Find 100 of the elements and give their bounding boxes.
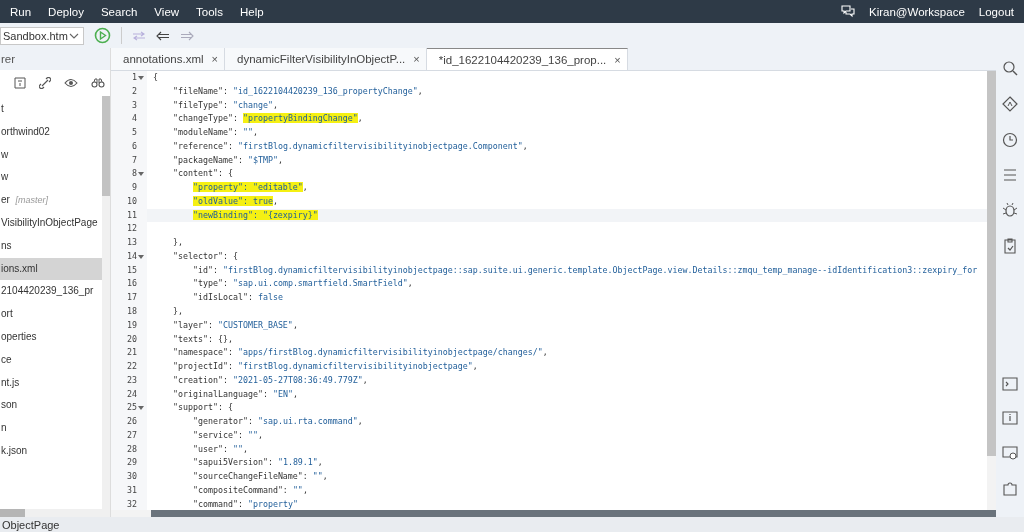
- scrollbar-thumb[interactable]: [987, 71, 996, 456]
- line-number: 26: [127, 415, 137, 429]
- code-line: "texts": {},: [171, 332, 233, 346]
- line-number: 32: [127, 497, 137, 510]
- line-number: 24: [127, 387, 137, 401]
- menu-item[interactable]: View: [154, 5, 180, 18]
- line-number: 3: [132, 98, 137, 112]
- tree-item[interactable]: VisibilityInObjectPage: [0, 212, 102, 235]
- tree-item[interactable]: w: [0, 166, 102, 190]
- line-number: 11: [127, 208, 137, 222]
- code-line: {: [152, 71, 158, 84]
- close-icon[interactable]: ×: [413, 53, 420, 65]
- fold-icon[interactable]: [138, 75, 144, 80]
- close-icon[interactable]: ×: [614, 53, 621, 66]
- tree-item[interactable]: w: [0, 143, 102, 167]
- menu-item[interactable]: Run: [10, 5, 32, 18]
- chat-icon[interactable]: [840, 5, 855, 18]
- terminal-icon[interactable]: [1002, 377, 1018, 391]
- diamond-icon[interactable]: [1002, 96, 1018, 112]
- tree-item[interactable]: t: [0, 98, 102, 121]
- code-line: "type": "sap.ui.comp.smartfield.SmartField",: [191, 277, 413, 291]
- link-icon[interactable]: [39, 77, 51, 89]
- code-line: "fileName": "id_1622104420239_136_propertyChange",: [171, 84, 423, 98]
- back-arrow-icon[interactable]: [156, 30, 170, 41]
- tree-item[interactable]: orthwind02: [0, 120, 102, 144]
- line-number: 27: [127, 428, 137, 442]
- line-number: 5: [132, 126, 137, 140]
- clock-icon[interactable]: [1002, 132, 1018, 148]
- menu-item[interactable]: Tools: [196, 5, 223, 18]
- line-number: 7: [132, 153, 137, 167]
- eye-icon[interactable]: [64, 78, 78, 88]
- tree-item[interactable]: n: [0, 417, 102, 440]
- code-line: "sourceChangeFileName": "",: [191, 470, 328, 484]
- code-line: "id": "firstBlog.dynamicfiltervisibilityinobjectpage::sap.suite.ui.generic.template.ObjectPage.view.Details::zmqu_temp_manage--idIdentification3::zexpiry_for: [191, 263, 978, 277]
- tree-item[interactable]: operties: [0, 325, 102, 349]
- line-number: 12: [127, 222, 137, 236]
- code-line: "changeType": "propertyBindingChange",: [171, 112, 363, 126]
- line-number: 6: [132, 139, 137, 153]
- line-number: 23: [127, 373, 137, 387]
- fold-icon[interactable]: [138, 406, 144, 411]
- search-icon[interactable]: [1002, 60, 1018, 76]
- code-line: "user": "",: [191, 442, 248, 456]
- code-line: "layer": "CUSTOMER_BASE",: [171, 318, 298, 332]
- tree-item[interactable]: ort: [0, 303, 102, 326]
- collapse-icon[interactable]: [14, 77, 26, 89]
- fold-icon[interactable]: [138, 254, 144, 259]
- line-number: 4: [132, 112, 137, 126]
- line-number: 1: [132, 71, 137, 84]
- tree-item[interactable]: 2104420239_136_pr: [0, 280, 102, 304]
- scrollbar-thumb[interactable]: [151, 510, 996, 517]
- tree-item[interactable]: ce: [0, 348, 102, 372]
- line-number: 14: [127, 249, 137, 263]
- user-name[interactable]: Kiran@Workspace: [868, 5, 965, 18]
- editor-tab[interactable]: annotations.xml ×: [111, 48, 225, 70]
- editor-tab[interactable]: *id_1622104420239_136_prop... ×: [426, 48, 628, 70]
- panel-title: rer: [0, 48, 110, 70]
- logout-link[interactable]: Logout: [978, 5, 1014, 18]
- line-number: 29: [127, 456, 137, 470]
- scrollbar-thumb[interactable]: [0, 509, 25, 517]
- line-number: 19: [127, 318, 137, 332]
- code-line: "packageName": "$TMP",: [171, 153, 283, 167]
- line-number: 8: [132, 167, 137, 181]
- tree-item[interactable]: ions.xml: [0, 257, 102, 281]
- status-text: ObjectPage: [2, 518, 60, 531]
- code-line: "command": "property": [191, 497, 298, 510]
- line-number: 28: [127, 442, 137, 456]
- bug-icon[interactable]: [1002, 202, 1018, 218]
- code-line: "service": "",: [191, 428, 263, 442]
- code-line: "sapui5Version": "1.89.1",: [191, 456, 323, 470]
- code-line: "compositeCommand": "",: [191, 483, 308, 497]
- scrollbar-thumb[interactable]: [102, 96, 110, 196]
- code-line: "idIsLocal": false: [191, 291, 283, 305]
- line-number: 25: [127, 401, 137, 415]
- line-number: 9: [132, 181, 137, 195]
- line-number: 17: [127, 291, 137, 305]
- code-line: },: [171, 236, 183, 250]
- fold-icon[interactable]: [138, 172, 144, 177]
- line-number: 18: [127, 305, 137, 318]
- line-number: 31: [127, 483, 137, 497]
- code-line: "support": {: [171, 401, 233, 415]
- file-select[interactable]: Sandbox.htm: [0, 26, 84, 45]
- info-icon[interactable]: [1002, 411, 1018, 425]
- code-line: },: [171, 305, 183, 318]
- binoculars-icon[interactable]: [91, 78, 105, 88]
- tree-item[interactable]: er [master]: [0, 189, 102, 212]
- line-number: 20: [127, 332, 137, 346]
- editor-tab[interactable]: dynamicFilterVisibilityInObjectP... ×: [225, 48, 427, 70]
- menu-item[interactable]: Help: [239, 5, 264, 18]
- code-line: "namespace": "apps/firstBlog.dynamicfiltervisibilityinobjectpage/changes/",: [171, 346, 548, 360]
- menu-item[interactable]: Deploy: [48, 5, 84, 18]
- tree-item[interactable]: nt.js: [0, 371, 102, 395]
- clipboard-check-icon[interactable]: [1002, 238, 1018, 254]
- tree-item[interactable]: son: [0, 394, 102, 418]
- code-line: "reference": "firstBlog.dynamicfiltervisibilityinobjectpage.Component",: [171, 139, 528, 153]
- tree-item[interactable]: k.json: [0, 439, 102, 463]
- line-number: 16: [127, 277, 137, 291]
- tree-item[interactable]: ns: [0, 234, 102, 258]
- menu-item[interactable]: Search: [100, 5, 138, 18]
- line-number: 30: [127, 470, 137, 484]
- close-icon[interactable]: ×: [211, 53, 218, 65]
